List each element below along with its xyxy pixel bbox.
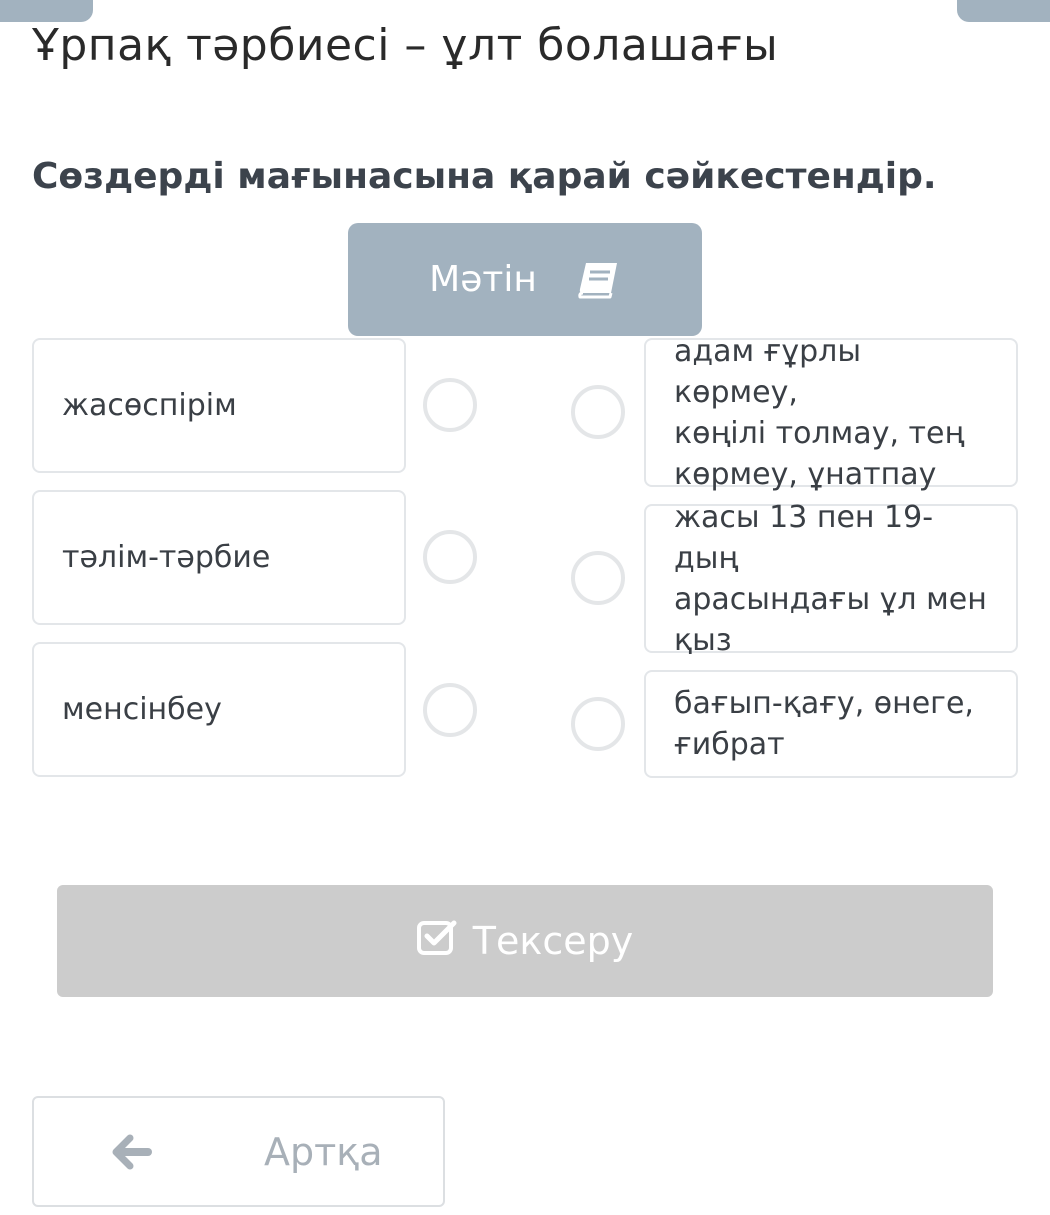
back-button-label: Артқа bbox=[264, 1130, 383, 1174]
top-tab-left[interactable] bbox=[0, 0, 93, 22]
left-connector[interactable] bbox=[423, 683, 477, 737]
right-item-line: арасындағы ұл мен bbox=[674, 581, 987, 617]
task-instruction: Сөздерді мағынасына қарай сәйкестендір. bbox=[32, 156, 937, 197]
checkbox-icon bbox=[416, 919, 457, 964]
left-item[interactable]: жасөспірім bbox=[32, 338, 406, 473]
lesson-title: Ұрпақ тәрбиесі – ұлт болашағы bbox=[32, 20, 779, 71]
right-item[interactable]: бағып-қағу, өнеге, ғибрат bbox=[644, 670, 1018, 778]
left-connector[interactable] bbox=[423, 378, 477, 432]
page: Ұрпақ тәрбиесі – ұлт болашағы Сөздерді м… bbox=[0, 0, 1050, 1215]
right-item-line: адам ғұрлы көрмеу, bbox=[674, 333, 862, 410]
left-item[interactable]: тәлім-тәрбие bbox=[32, 490, 406, 625]
right-item-line: бағып-қағу, өнеге, bbox=[674, 686, 974, 721]
left-connector[interactable] bbox=[423, 530, 477, 584]
text-button[interactable]: Мәтін bbox=[348, 223, 702, 336]
right-item-line: көрмеу, ұнатпау bbox=[674, 456, 937, 492]
right-item[interactable]: адам ғұрлы көрмеу, көңілі толмау, тең кө… bbox=[644, 334, 1018, 492]
right-connector[interactable] bbox=[571, 697, 625, 751]
arrow-left-icon bbox=[112, 1134, 152, 1179]
back-button[interactable]: Артқа bbox=[32, 1096, 445, 1207]
right-connector[interactable] bbox=[571, 551, 625, 605]
check-button[interactable]: Тексеру bbox=[57, 885, 993, 997]
left-item-label: менсінбеу bbox=[62, 692, 222, 727]
right-item-line: қыз bbox=[674, 622, 732, 658]
right-item-line: көңілі толмау, тең bbox=[674, 415, 965, 451]
left-item[interactable]: менсінбеу bbox=[32, 642, 406, 777]
right-item-text: жасы 13 пен 19-дың арасындағы ұл мен қыз bbox=[674, 497, 988, 661]
right-item-line: жасы 13 пен 19-дың bbox=[674, 499, 934, 576]
right-connector[interactable] bbox=[571, 385, 625, 439]
check-button-label: Тексеру bbox=[472, 919, 634, 963]
right-item[interactable]: жасы 13 пен 19-дың арасындағы ұл мен қыз bbox=[644, 500, 1018, 658]
left-item-label: тәлім-тәрбие bbox=[62, 540, 271, 575]
text-button-label: Мәтін bbox=[429, 259, 537, 300]
right-item-text: адам ғұрлы көрмеу, көңілі толмау, тең кө… bbox=[674, 331, 988, 495]
top-tab-right[interactable] bbox=[957, 0, 1050, 22]
left-item-label: жасөспірім bbox=[62, 388, 237, 423]
right-item-line: ғибрат bbox=[674, 727, 785, 762]
right-item-text: бағып-қағу, өнеге, ғибрат bbox=[674, 683, 974, 765]
book-icon bbox=[577, 260, 621, 300]
